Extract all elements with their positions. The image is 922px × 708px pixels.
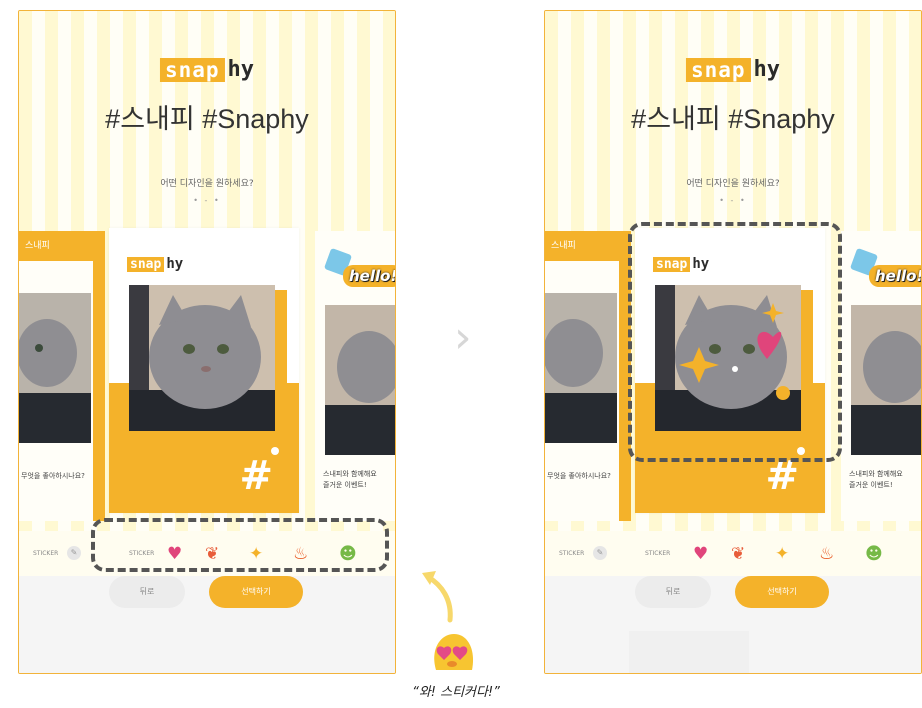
logo-box: snap [159,58,225,82]
page-indicator: • - • [193,196,221,205]
card-highlight [628,222,842,462]
design-question: 어떤 디자인을 원하세요? [160,179,254,189]
sticker-label: STICKER [559,550,585,557]
card-caption: 스내피와 함께해요 즐거운 이벤트! [323,469,377,491]
back-button[interactable]: 뒤로 [635,576,711,608]
app-logo: snap hy [685,57,781,83]
hello-badge: hello! [343,265,395,287]
card-left[interactable]: 스내피 무엇을 좋아하시나요? [19,231,105,521]
card-side-bar [93,261,105,521]
sticker-highlight [91,518,389,572]
card-selected[interactable]: snap hy # [109,228,299,513]
placeholder-block [629,631,749,673]
sticker-toolbar: STICKER ✎ STICKER ♥ ❦ ✦ ♨ ☻ [545,531,921,576]
cat-photo [325,305,395,455]
flame-icon[interactable]: ♨ [819,544,834,564]
card-band: 스내피 [545,231,631,261]
heart-icon[interactable]: ♥ [693,544,708,564]
card-caption: 무엇을 좋아하시나요? [21,472,85,480]
back-button[interactable]: 뒤로 [109,576,185,608]
tagline: #스내피 #Snaphy [631,104,835,134]
sticker-label: STICKER [33,550,59,557]
hello-badge: hello! [869,265,921,287]
chevron-right-icon: › [454,312,472,363]
decor-dot [271,447,279,455]
design-question: 어떤 디자인을 원하세요? [686,179,780,189]
card-yellow-strip [275,290,287,390]
logo-text: hy [753,57,781,82]
card-caption: 무엇을 좋아하시나요? [547,472,611,480]
card-caption: 스내피와 함께해요 즐거운 이벤트! [849,469,903,491]
caption-line-2: 즐거운 이벤트! [323,481,367,489]
tagline: #스내피 #Snaphy [105,104,309,134]
card-right[interactable]: hello! 스내피와 함께해요 즐거운 이벤트! [841,231,921,521]
cat-photo [19,293,91,443]
sticker-label: STICKER [645,550,671,557]
tulip-icon[interactable]: ❦ [731,544,745,564]
pencil-icon[interactable]: ✎ [593,546,607,560]
app-logo: snap hy [159,57,255,83]
select-button[interactable]: 선택하기 [209,576,303,608]
hash-symbol: # [239,453,273,499]
caption-line-1: 스내피와 함께해요 [849,470,903,478]
heart-eyes-emoji-icon [434,634,474,670]
card-right[interactable]: hello! 스내피와 함께해요 즐거운 이벤트! [315,231,395,521]
cat-photo [129,285,275,431]
caption-line-2: 즐거운 이벤트! [849,481,893,489]
exclamation-caption: “와! 스티커다!” [412,685,500,700]
frog-icon[interactable]: ☻ [865,544,883,564]
card-logo: snap hy [127,256,183,272]
card-band: 스내피 [19,231,105,261]
phone-screen-before: snap hy #스내피 #Snaphy 어떤 디자인을 원하세요? • - •… [18,10,396,674]
select-button[interactable]: 선택하기 [735,576,829,608]
pencil-icon[interactable]: ✎ [67,546,81,560]
page-indicator: • - • [719,196,747,205]
cat-photo [851,305,921,455]
logo-text: hy [227,57,255,82]
card-logo-box: snap [127,256,165,272]
cat-photo [545,293,617,443]
logo-box: snap [685,58,751,82]
bottom-panel [19,576,395,673]
card-left[interactable]: 스내피 무엇을 좋아하시나요? [545,231,631,521]
caption-line-1: 스내피와 함께해요 [323,470,377,478]
card-logo-text: hy [166,256,184,272]
sparkle-icon[interactable]: ✦ [775,544,789,564]
curved-arrow-icon [422,571,453,623]
